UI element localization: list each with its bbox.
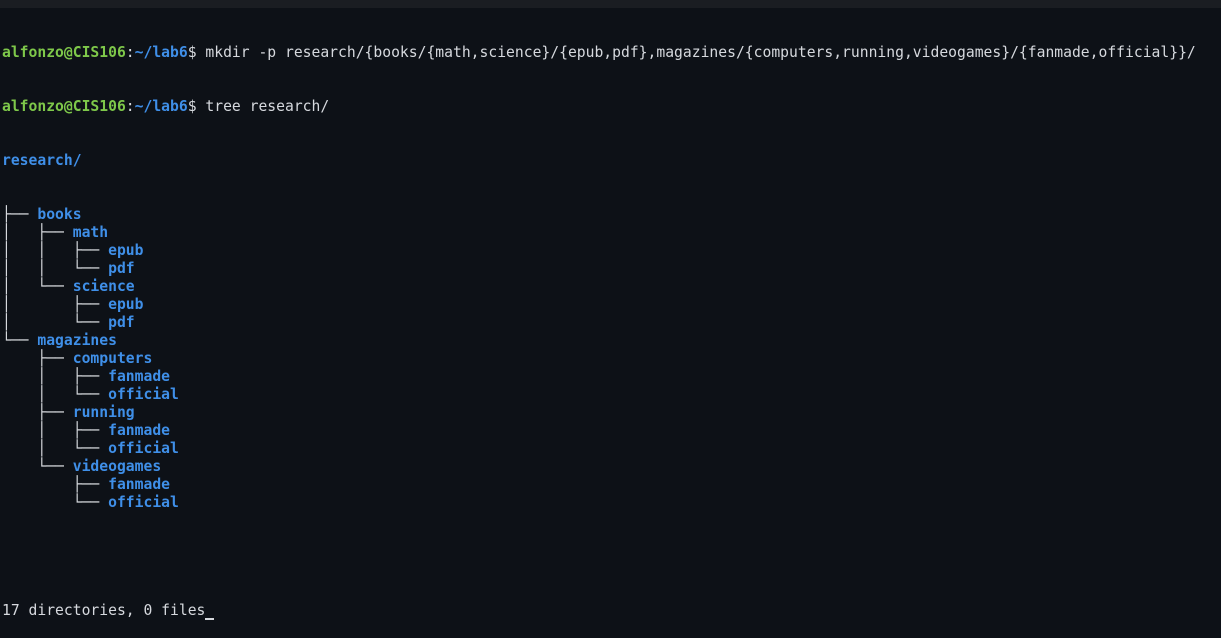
text-cursor [205,603,215,620]
tree-connector: │ ├── [2,296,109,313]
tree-connector: │ │ └── [2,260,109,277]
tree-line: └── videogames [2,458,1219,476]
summary-line: 17 directories, 0 files [2,602,1219,620]
tree-line: └── magazines [2,332,1219,350]
directory-name: epub [108,242,144,259]
directory-name: fanmade [108,368,171,385]
tree-line: │ └── official [2,440,1219,458]
prompt-dollar: $ [187,98,206,115]
directory-name: research/ [2,152,82,169]
tree-root: research/ [2,152,1219,170]
tree-line: ├── computers [2,350,1219,368]
tree-connector: │ └── [2,314,109,331]
directory-name: math [72,224,109,241]
directory-name: fanmade [108,476,171,493]
tree-line: │ │ └── pdf [2,260,1219,278]
tree-line: ├── running [2,404,1219,422]
tree-connector: └── [2,458,73,475]
directory-name: official [108,386,179,403]
tree-connector: ├── [2,404,73,421]
summary-text: 17 directories, 0 files [2,602,206,619]
tree-line: │ └── official [2,386,1219,404]
directory-name: computers [72,350,153,367]
tree-connector: └── [2,494,109,511]
tree-line: │ └── science [2,278,1219,296]
prompt-separator: : [125,98,135,115]
terminal-window[interactable]: alfonzo@CIS106:~/lab6$ mkdir -p research… [2,8,1219,620]
tree-connector: │ ├── [2,422,109,439]
tree-connector: ├── [2,350,73,367]
directory-name: magazines [37,332,117,349]
directory-name: pdf [108,260,135,277]
directory-name: official [108,440,179,457]
tree-line: │ ├── fanmade [2,368,1219,386]
command-line-mkdir: alfonzo@CIS106:~/lab6$ mkdir -p research… [2,44,1219,62]
tree-line: │ ├── fanmade [2,422,1219,440]
prompt-dollar: $ [187,44,206,61]
directory-name: videogames [72,458,162,475]
directory-name: fanmade [108,422,171,439]
prompt-path: ~/lab6 [134,44,188,61]
command-line-tree: alfonzo@CIS106:~/lab6$ tree research/ [2,98,1219,116]
directory-name: running [72,404,135,421]
tree-connector: ├── [2,476,109,493]
command-text: mkdir -p research/{books/{math,science}/… [205,44,1196,61]
tree-connector: │ └── [2,386,109,403]
tree-line: ├── books [2,206,1219,224]
tree-connector: │ └── [2,278,73,295]
tree-output: ├── books │ ├── math │ │ ├── epub │ │ └── p… [2,206,1219,512]
prompt-path: ~/lab6 [134,98,188,115]
prompt-user: alfonzo@CIS106 [2,98,126,115]
directory-name: official [108,494,179,511]
tree-line: ├── fanmade [2,476,1219,494]
tree-line: │ ├── math [2,224,1219,242]
directory-name: epub [108,296,144,313]
directory-name: books [37,206,82,223]
tree-connector: │ ├── [2,224,73,241]
prompt-user: alfonzo@CIS106 [2,44,126,61]
tree-line: └── official [2,494,1219,512]
tree-line: │ │ ├── epub [2,242,1219,260]
tree-connector: └── [2,332,38,349]
tree-connector: ├── [2,206,38,223]
directory-name: pdf [108,314,135,331]
prompt-separator: : [125,44,135,61]
tree-connector: │ ├── [2,368,109,385]
tree-line: │ ├── epub [2,296,1219,314]
command-text: tree research/ [205,98,330,115]
directory-name: science [72,278,135,295]
tree-connector: │ └── [2,440,109,457]
tree-connector: │ │ ├── [2,242,109,259]
tree-line: │ └── pdf [2,314,1219,332]
